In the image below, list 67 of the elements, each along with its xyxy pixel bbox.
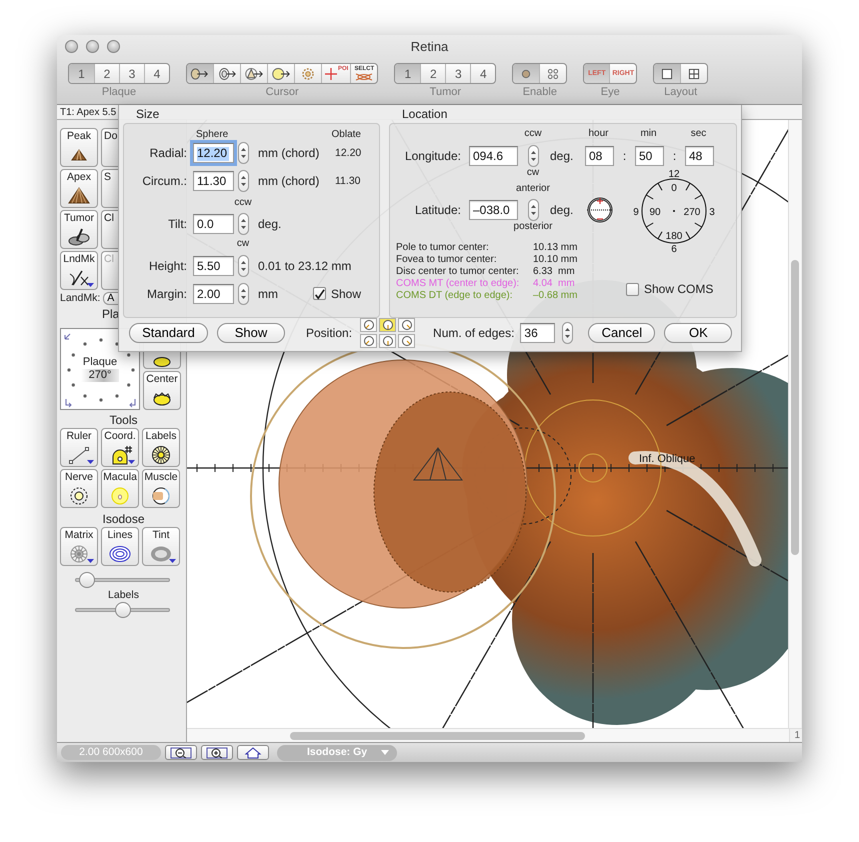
- scale-readout: 2.00 600x600: [61, 745, 161, 760]
- section-heading: Tools: [109, 413, 138, 427]
- section-heading: Isodose: [102, 512, 145, 526]
- column-heading: min: [640, 128, 657, 139]
- field-label: Latitude:: [414, 202, 461, 217]
- dial-label: 9: [633, 207, 639, 218]
- group-label: Plaque: [102, 86, 136, 99]
- distance-label: Disc center to tumor center:: [396, 266, 520, 278]
- direction-note: anterior: [516, 183, 550, 195]
- unit-label: deg.: [550, 202, 574, 217]
- distance-value: 6.33 mm: [533, 266, 576, 278]
- distance-value: 10.13 mm: [533, 242, 578, 254]
- direction-note: posterior: [514, 221, 552, 233]
- field-label: Num. of edges:: [433, 326, 514, 340]
- distance-label: Fovea to tumor center:: [396, 254, 498, 266]
- column-heading: Sphere: [196, 129, 228, 141]
- direction-note: ccw: [234, 197, 252, 209]
- group-label: Layout: [664, 86, 698, 99]
- unit-label: deg.: [258, 216, 282, 232]
- oblate-value: 11.30: [335, 174, 360, 188]
- direction-note: cw: [526, 167, 540, 179]
- unit-label: mm (chord): [258, 174, 320, 188]
- angle-readout: 270°: [80, 369, 120, 382]
- dial-label: 180: [666, 231, 682, 242]
- section-title: Location: [402, 107, 448, 121]
- field-label: LandMk:: [60, 292, 100, 305]
- distance-value: –0.68 mm: [533, 290, 578, 302]
- field-label: Tilt:: [168, 216, 187, 231]
- group-label: Cursor: [266, 86, 299, 99]
- field-label: Radial:: [150, 146, 187, 160]
- dial-label: 6: [671, 244, 677, 253]
- dial-label: 270: [684, 207, 700, 218]
- group-label: Eye: [600, 86, 620, 99]
- distance-value: 4.04 mm: [533, 278, 576, 290]
- distance-label: COMS DT (edge to edge):: [396, 290, 514, 302]
- dial-label: 12: [668, 169, 680, 180]
- group-label: Enable: [522, 86, 557, 99]
- column-heading: Oblate: [332, 129, 361, 141]
- column-heading: sec: [690, 128, 706, 139]
- field-label: Margin:: [146, 286, 187, 301]
- unit-label: 0.01 to 23.12 mm: [258, 258, 352, 274]
- dial-title: Plaque: [82, 356, 118, 369]
- window-title: Retina: [410, 39, 448, 55]
- dial-label: 3: [709, 207, 715, 218]
- field-label: Position:: [306, 326, 352, 340]
- section-title: Size: [136, 107, 160, 121]
- tumor-summary: T1: Apex 5.5: [60, 107, 116, 118]
- unit-label: deg.: [550, 148, 574, 163]
- field-label: Longitude:: [404, 148, 461, 163]
- time-separator: :: [622, 148, 626, 163]
- unit-label: mm (chord): [258, 146, 320, 160]
- unit-label: mm: [258, 286, 278, 302]
- field-label: Height:: [148, 258, 187, 273]
- field-label: Circum.:: [142, 174, 187, 188]
- oblate-value: 12.20: [335, 146, 362, 160]
- time-separator: :: [672, 148, 676, 163]
- page-number: 1: [789, 728, 802, 742]
- group-label: Tumor: [430, 86, 462, 99]
- distance-label: COMS MT (center to edge):: [396, 278, 520, 290]
- slider-label: Labels: [108, 589, 139, 601]
- distance-label: Pole to tumor center:: [396, 242, 490, 254]
- dial-label: 0: [671, 183, 677, 194]
- column-heading: ccw: [524, 128, 542, 139]
- column-heading: hour: [588, 128, 608, 139]
- distance-value: 10.10 mm: [533, 254, 578, 266]
- direction-note: cw: [236, 238, 250, 250]
- dial-label: 90: [649, 207, 661, 218]
